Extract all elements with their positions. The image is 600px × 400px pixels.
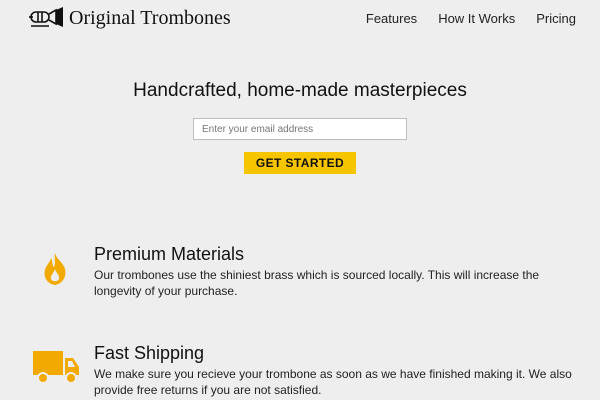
brand-logo[interactable]: Original Trombones xyxy=(28,4,231,32)
trombone-icon xyxy=(29,7,63,27)
main-nav: Features How It Works Pricing xyxy=(366,11,576,26)
feature-title: Fast Shipping xyxy=(94,343,205,363)
brand-name: Original Trombones xyxy=(69,6,231,29)
hero-title: Handcrafted, home-made masterpieces xyxy=(133,80,467,101)
feature-description: We make sure you recieve your trombone a… xyxy=(94,367,572,397)
site-header: Original Trombones Features How It Works… xyxy=(0,0,600,38)
feature-title: Premium Materials xyxy=(94,244,245,264)
feature-description: Our trombones use the shiniest brass whi… xyxy=(94,268,540,298)
email-input[interactable] xyxy=(193,118,407,140)
nav-link-features[interactable]: Features xyxy=(366,11,417,26)
nav-link-pricing[interactable]: Pricing xyxy=(536,11,576,26)
get-started-button[interactable]: GET STARTED xyxy=(244,152,356,174)
flame-icon xyxy=(44,253,66,285)
nav-link-how-it-works[interactable]: How It Works xyxy=(438,11,515,26)
truck-icon xyxy=(33,351,79,384)
